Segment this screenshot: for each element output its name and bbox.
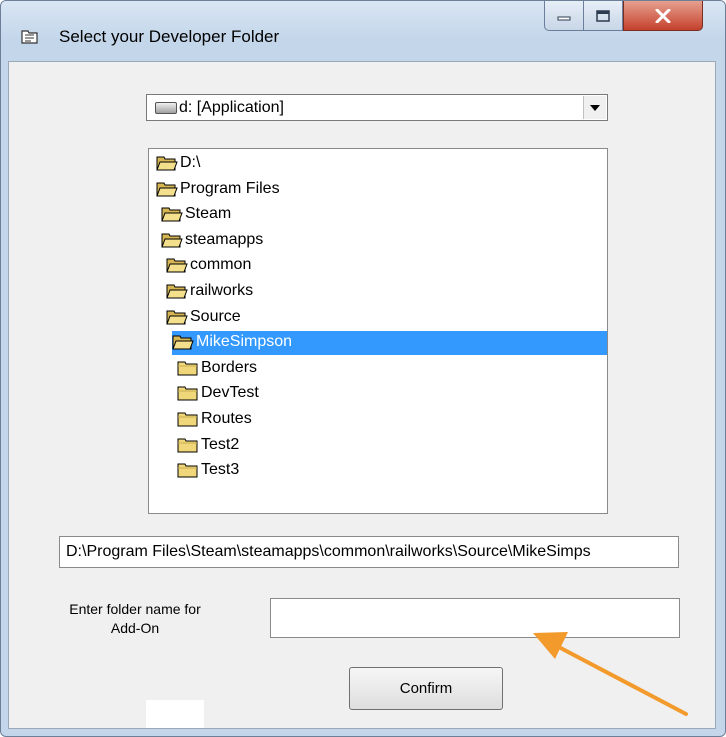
dialog-body: d: [Application] D:\ Program Files Steam st…: [8, 61, 716, 729]
open-folder-icon: [161, 207, 183, 222]
tree-item[interactable]: Test2: [149, 433, 607, 459]
open-folder-icon: [166, 284, 188, 299]
open-folder-icon: [172, 335, 194, 350]
open-folder-icon: [156, 156, 178, 171]
drive-icon: [155, 102, 177, 114]
title-bar[interactable]: Select your Developer Folder: [1, 1, 725, 46]
tree-item-label: steamapps: [185, 230, 264, 248]
blank-area: [146, 700, 204, 728]
tree-item[interactable]: Steam: [149, 202, 607, 228]
tree-item[interactable]: railworks: [149, 279, 607, 305]
tree-item-label: railworks: [190, 282, 254, 299]
maximize-button[interactable]: [583, 1, 623, 31]
selected-path: D:\Program Files\Steam\steamapps\common\…: [66, 543, 591, 560]
folder-icon: [177, 412, 198, 427]
folder-icon: [177, 463, 198, 478]
folder-name-label-line1: Enter folder name for: [69, 601, 201, 617]
minimize-button[interactable]: [544, 1, 584, 31]
tree-item[interactable]: Routes: [149, 407, 607, 433]
folder-name-input[interactable]: [270, 598, 680, 638]
tree-item-label: Source: [190, 307, 241, 325]
drive-select-value: d: [Application]: [179, 99, 284, 116]
tree-item[interactable]: steamapps: [149, 228, 607, 254]
open-folder-icon: [166, 258, 188, 273]
minimize-icon: [557, 16, 571, 20]
dialog-window: Select your Developer Folder d: [Applica…: [0, 0, 726, 737]
tree-item-label: Program Files: [180, 179, 280, 197]
tree-item-label: D:\: [180, 154, 201, 171]
close-button[interactable]: [623, 1, 703, 31]
selected-path-field: D:\Program Files\Steam\steamapps\common\…: [59, 536, 679, 568]
close-icon: [655, 8, 671, 23]
tree-item-label: Routes: [201, 410, 252, 427]
tree-item[interactable]: Borders: [149, 356, 607, 382]
open-folder-icon: [161, 233, 183, 248]
tree-item[interactable]: Test3: [149, 458, 607, 484]
tree-item-label: DevTest: [201, 384, 259, 402]
tree-item-label: Steam: [185, 205, 232, 223]
tree-item-label: MikeSimpson: [196, 333, 293, 351]
folder-icon: [177, 438, 198, 453]
tree-item[interactable]: Source: [149, 305, 607, 331]
tree-item-label: common: [190, 256, 252, 274]
window-title: Select your Developer Folder: [59, 27, 280, 46]
folder-icon: [177, 361, 198, 376]
tree-item-label: Borders: [201, 358, 258, 376]
folder-tree-icon: [21, 30, 38, 44]
tree-item-label: Test2: [201, 435, 240, 453]
folder-name-label: Enter folder name for Add-On: [45, 600, 225, 638]
drive-dropdown-button[interactable]: [583, 96, 606, 119]
chevron-down-icon: [590, 104, 600, 111]
tree-item[interactable]: common: [149, 253, 607, 279]
folder-icon: [177, 386, 198, 401]
confirm-button[interactable]: Confirm: [349, 667, 503, 710]
tree-item[interactable]: DevTest: [149, 381, 607, 407]
maximize-icon: [596, 9, 610, 22]
open-folder-icon: [166, 310, 188, 325]
tree-item-label: Test3: [201, 461, 240, 479]
tree-item[interactable]: MikeSimpson: [149, 330, 607, 356]
tree-item[interactable]: Program Files: [149, 177, 607, 203]
open-folder-icon: [156, 182, 178, 197]
folder-tree[interactable]: D:\ Program Files Steam steamapps common rail…: [148, 148, 608, 514]
folder-name-label-line2: Add-On: [110, 620, 160, 636]
drive-select[interactable]: d: [Application]: [146, 94, 608, 121]
tree-item[interactable]: D:\: [149, 151, 607, 177]
